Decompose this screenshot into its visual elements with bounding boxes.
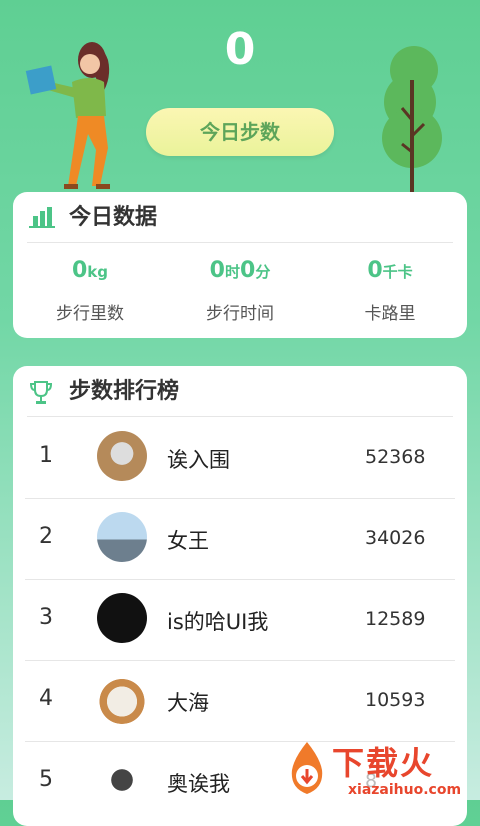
- divider: [27, 416, 453, 417]
- user-name: 奥诶我: [167, 772, 230, 796]
- flame-logo-icon: [291, 742, 323, 794]
- ranking-row[interactable]: 2 女王 34026: [25, 499, 455, 580]
- ranking-row[interactable]: 4 大海 10593: [25, 661, 455, 742]
- stat-calories-value: 0千卡: [367, 258, 413, 283]
- bar-chart-icon: [29, 207, 55, 228]
- user-name: 女王: [167, 529, 209, 553]
- tree-illustration: [382, 46, 442, 192]
- today-steps-button[interactable]: 今日步数: [146, 108, 334, 156]
- user-steps: 12589: [365, 608, 426, 630]
- ranking-row[interactable]: 1 诶入围 52368: [25, 418, 455, 499]
- stat-distance-value: 0kg: [71, 258, 109, 283]
- rank-number: 4: [39, 686, 53, 711]
- today-data-title: 今日数据: [69, 205, 158, 230]
- avatar: [97, 431, 147, 481]
- rank-number: 2: [39, 524, 53, 549]
- stat-time-label: 步行时间: [206, 304, 274, 324]
- user-name: 诶入围: [167, 448, 230, 472]
- user-name: 大海: [167, 691, 209, 715]
- stat-distance-label: 步行里数: [56, 304, 124, 324]
- today-data-card: 今日数据 0kg 步行里数 0时0分 步行时间 0千卡 卡路里: [13, 192, 467, 338]
- watermark-brand: 下载火: [332, 744, 435, 782]
- rank-number: 1: [39, 443, 53, 468]
- ranking-title: 步数排行榜: [69, 379, 180, 404]
- user-steps: 34026: [365, 527, 426, 549]
- rank-number: 5: [39, 767, 53, 792]
- trophy-icon: [29, 381, 53, 404]
- ranking-row[interactable]: 3 is的哈UI我 12589: [25, 580, 455, 661]
- stat-calories-label: 卡路里: [364, 304, 416, 324]
- user-steps: 10593: [365, 689, 426, 711]
- user-steps: 52368: [365, 446, 426, 468]
- stat-time: 0时0分 步行时间: [165, 256, 315, 324]
- rank-number: 3: [39, 605, 53, 630]
- today-data-header: 今日数据: [13, 192, 467, 244]
- stat-calories: 0千卡 卡路里: [315, 256, 465, 324]
- avatar: [97, 512, 147, 562]
- watermark: 下载火 xiazaihuo.com: [282, 738, 480, 800]
- avatar: [97, 674, 147, 724]
- avatar: [97, 755, 147, 805]
- avatar: [97, 593, 147, 643]
- reading-person-illustration: [25, 42, 110, 189]
- divider: [27, 242, 453, 243]
- watermark-url: xiazaihuo.com: [348, 782, 462, 798]
- stat-time-value: 0时0分: [209, 258, 271, 283]
- user-name: is的哈UI我: [167, 610, 269, 634]
- ranking-header: 步数排行榜: [13, 366, 467, 418]
- stat-distance: 0kg 步行里数: [15, 256, 165, 324]
